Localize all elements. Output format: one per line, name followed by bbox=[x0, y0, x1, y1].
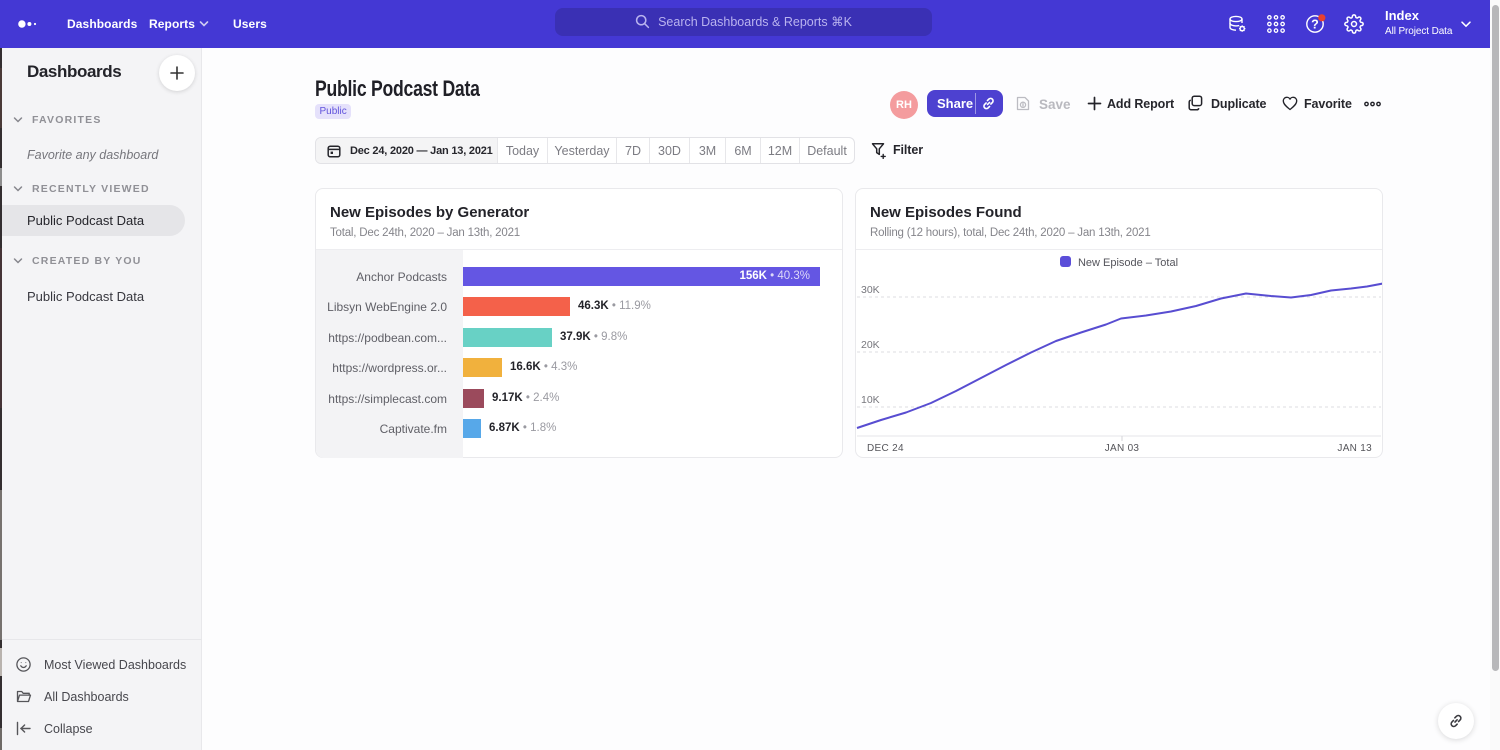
svg-text:?: ? bbox=[1311, 17, 1319, 31]
svg-text:JAN 13: JAN 13 bbox=[1337, 443, 1372, 454]
svg-text:DEC 24: DEC 24 bbox=[867, 443, 904, 454]
svg-text:20K: 20K bbox=[861, 339, 880, 351]
svg-text:10K: 10K bbox=[861, 394, 880, 406]
svg-text:JAN 03: JAN 03 bbox=[1105, 443, 1140, 454]
svg-text:30K: 30K bbox=[861, 284, 880, 296]
